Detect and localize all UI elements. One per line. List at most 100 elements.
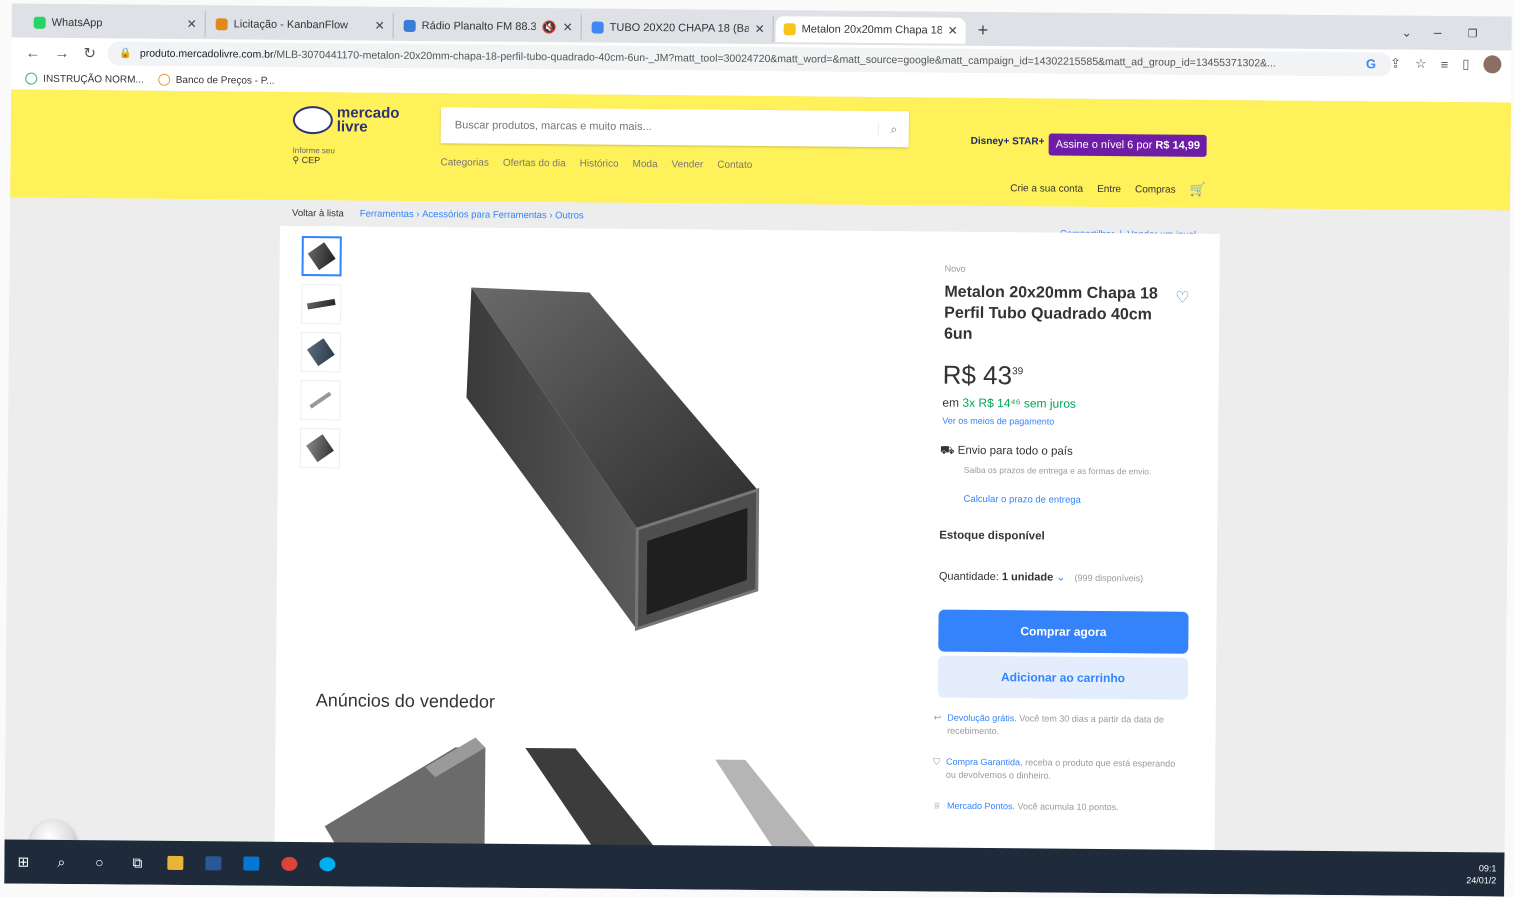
kanbanflow-icon bbox=[215, 18, 228, 31]
bookmark-item[interactable]: INSTRUÇÃO NORM... bbox=[25, 72, 144, 86]
tab-kanbanflow[interactable]: Licitação - KanbanFlow ✕ bbox=[207, 11, 394, 39]
whatsapp-icon bbox=[33, 16, 46, 29]
installments: em 3x R$ 14⁴⁶ sem juros bbox=[942, 396, 1076, 411]
url-host: produto.mercadolivre.com.br bbox=[139, 47, 274, 61]
mercadolivre-logo[interactable]: mercado livre bbox=[292, 104, 400, 136]
quantity-selector[interactable]: Quantidade: 1 unidade ⌄ (999 disponíveis… bbox=[939, 570, 1143, 585]
profile-avatar[interactable] bbox=[1483, 55, 1502, 74]
back-icon[interactable]: ← bbox=[25, 44, 40, 61]
lock-icon[interactable]: 🔒 bbox=[119, 48, 132, 59]
search-icon[interactable]: ⌕ bbox=[877, 121, 909, 137]
windows-start-icon[interactable]: ⊞ bbox=[4, 839, 42, 883]
quantity-available: (999 disponíveis) bbox=[1074, 572, 1144, 584]
file-explorer-icon[interactable] bbox=[156, 841, 194, 885]
forward-icon[interactable]: → bbox=[54, 44, 69, 61]
new-tab-icon[interactable]: + bbox=[978, 20, 989, 41]
restore-icon[interactable]: ❐ bbox=[1468, 27, 1478, 40]
google-lens-icon[interactable]: G bbox=[1366, 56, 1376, 71]
share-icon[interactable]: ⇪ bbox=[1390, 56, 1401, 72]
task-view-icon[interactable]: ⧉ bbox=[118, 840, 156, 884]
breadcrumb-item[interactable]: Outros bbox=[555, 210, 584, 221]
cep-selector[interactable]: Informe seu ⚲ CEP bbox=[292, 146, 334, 166]
thumbnail[interactable] bbox=[301, 236, 342, 277]
condition-label: Novo bbox=[944, 263, 966, 274]
benefit-link[interactable]: Mercado Pontos. bbox=[947, 801, 1015, 812]
installment-prefix: em bbox=[942, 395, 960, 410]
close-icon[interactable]: ✕ bbox=[755, 22, 765, 36]
favorite-heart-icon[interactable]: ♡ bbox=[1175, 288, 1190, 308]
word-icon[interactable] bbox=[194, 841, 232, 885]
tab-whatsapp[interactable]: WhatsApp ✕ bbox=[25, 9, 206, 38]
nav-historico[interactable]: Histórico bbox=[580, 158, 619, 169]
benefit-link[interactable]: Devolução grátis. bbox=[947, 713, 1017, 724]
buy-now-button[interactable]: Comprar agora bbox=[938, 609, 1189, 654]
nav-moda[interactable]: Moda bbox=[633, 159, 658, 170]
nav-ofertas[interactable]: Ofertas do dia bbox=[503, 158, 566, 170]
search-input[interactable] bbox=[452, 118, 878, 137]
close-icon[interactable]: ✕ bbox=[948, 24, 958, 38]
cart-icon[interactable]: 🛒 bbox=[1190, 182, 1206, 198]
thumbnail[interactable] bbox=[301, 284, 342, 325]
browser-toolbar-icons: G ⇪ ☆ ≡ ▯ bbox=[1366, 54, 1502, 74]
tab-google-search[interactable]: TUBO 20X20 CHAPA 18 (Barra c... ✕ bbox=[583, 14, 774, 43]
search-box: ⌕ bbox=[440, 107, 909, 148]
thumbnail[interactable] bbox=[300, 380, 341, 421]
chrome-icon[interactable] bbox=[270, 842, 308, 886]
skype-icon[interactable] bbox=[308, 842, 346, 886]
breadcrumb-item[interactable]: Ferramentas bbox=[360, 208, 414, 219]
thumbnail[interactable] bbox=[299, 428, 341, 469]
search-icon[interactable]: ⌕ bbox=[42, 840, 80, 884]
clock-time: 09:1 bbox=[1478, 863, 1497, 874]
tab-radio[interactable]: Rádio Planalto FM 88.3 - P... 🔇 ✕ bbox=[395, 12, 582, 41]
return-arrow-icon: ↩ bbox=[933, 712, 942, 723]
shipping-subtext: Saiba os prazos de entrega e as formas d… bbox=[963, 464, 1152, 477]
mute-icon[interactable]: 🔇 bbox=[542, 20, 557, 34]
login-link[interactable]: Entre bbox=[1097, 183, 1121, 194]
page-content: Voltar à lista Ferramentas › Acessórios … bbox=[4, 197, 1511, 897]
nav-categorias[interactable]: Categorias bbox=[440, 157, 488, 168]
tab-title: Rádio Planalto FM 88.3 - P... bbox=[421, 20, 536, 34]
price: R$ 4339 bbox=[943, 360, 1024, 392]
nav-contato[interactable]: Contato bbox=[717, 160, 752, 171]
shipping-info: ⛟ Envio para todo o país bbox=[940, 444, 1073, 460]
bookmark-star-icon[interactable]: ☆ bbox=[1415, 56, 1427, 72]
tab-title: Licitação - KanbanFlow bbox=[233, 18, 349, 32]
stock-status: Estoque disponível bbox=[939, 529, 1045, 543]
close-icon[interactable]: ✕ bbox=[187, 17, 197, 31]
location-pin-icon: ⚲ bbox=[292, 154, 300, 165]
outlook-icon[interactable] bbox=[232, 841, 270, 885]
close-icon[interactable]: ✕ bbox=[375, 19, 385, 33]
radio-icon bbox=[403, 19, 416, 32]
purchases-link[interactable]: Compras bbox=[1135, 184, 1176, 195]
payment-methods-link[interactable]: Ver os meios de pagamento bbox=[942, 416, 1054, 427]
create-account-link[interactable]: Crie a sua conta bbox=[1010, 183, 1083, 195]
cortana-icon[interactable]: ○ bbox=[80, 840, 118, 884]
close-icon[interactable]: ✕ bbox=[563, 20, 573, 34]
price-cents: 39 bbox=[1012, 366, 1024, 378]
bookmark-label: INSTRUÇÃO NORM... bbox=[43, 73, 144, 86]
side-panel-icon[interactable]: ▯ bbox=[1462, 56, 1469, 72]
back-to-list-link[interactable]: Voltar à lista bbox=[292, 207, 344, 218]
product-main-image[interactable] bbox=[446, 277, 809, 640]
calculate-delivery-link[interactable]: Calcular o prazo de entrega bbox=[964, 494, 1081, 506]
reload-icon[interactable]: ↻ bbox=[83, 44, 96, 62]
cep-label: CEP bbox=[301, 155, 321, 166]
reading-list-icon[interactable]: ≡ bbox=[1441, 56, 1449, 71]
tube-stack-thumbnail-image bbox=[306, 338, 335, 367]
minimize-icon[interactable]: – bbox=[1434, 24, 1442, 40]
breadcrumb-item[interactable]: Acessórios para Ferramentas bbox=[422, 209, 547, 221]
tab-mercadolivre[interactable]: Metalon 20x20mm Chapa 18 Pe... ✕ bbox=[775, 16, 966, 44]
nav-vender[interactable]: Vender bbox=[672, 159, 704, 170]
thumbnail[interactable] bbox=[300, 332, 342, 373]
clock[interactable]: 09:1 24/01/2 bbox=[1466, 862, 1496, 886]
bookmark-item[interactable]: Banco de Preços - P... bbox=[157, 73, 275, 87]
subscription-promo-banner[interactable]: Assine o nível 6 por R$ 14,99 bbox=[1048, 133, 1208, 157]
tab-search-icon[interactable]: ⌄ bbox=[1402, 26, 1412, 40]
disney-star-logo[interactable]: Disney+ STAR+ bbox=[971, 136, 1045, 148]
bookmark-label: Banco de Preços - P... bbox=[175, 74, 275, 87]
header-nav: Categorias Ofertas do dia Histórico Moda… bbox=[440, 157, 752, 171]
product-title: Metalon 20x20mm Chapa 18 Perfil Tubo Qua… bbox=[943, 283, 1158, 343]
promo-price: R$ 14,99 bbox=[1155, 139, 1201, 152]
benefit-link[interactable]: Compra Garantida, bbox=[946, 757, 1023, 768]
add-to-cart-button[interactable]: Adicionar ao carrinho bbox=[937, 655, 1189, 700]
